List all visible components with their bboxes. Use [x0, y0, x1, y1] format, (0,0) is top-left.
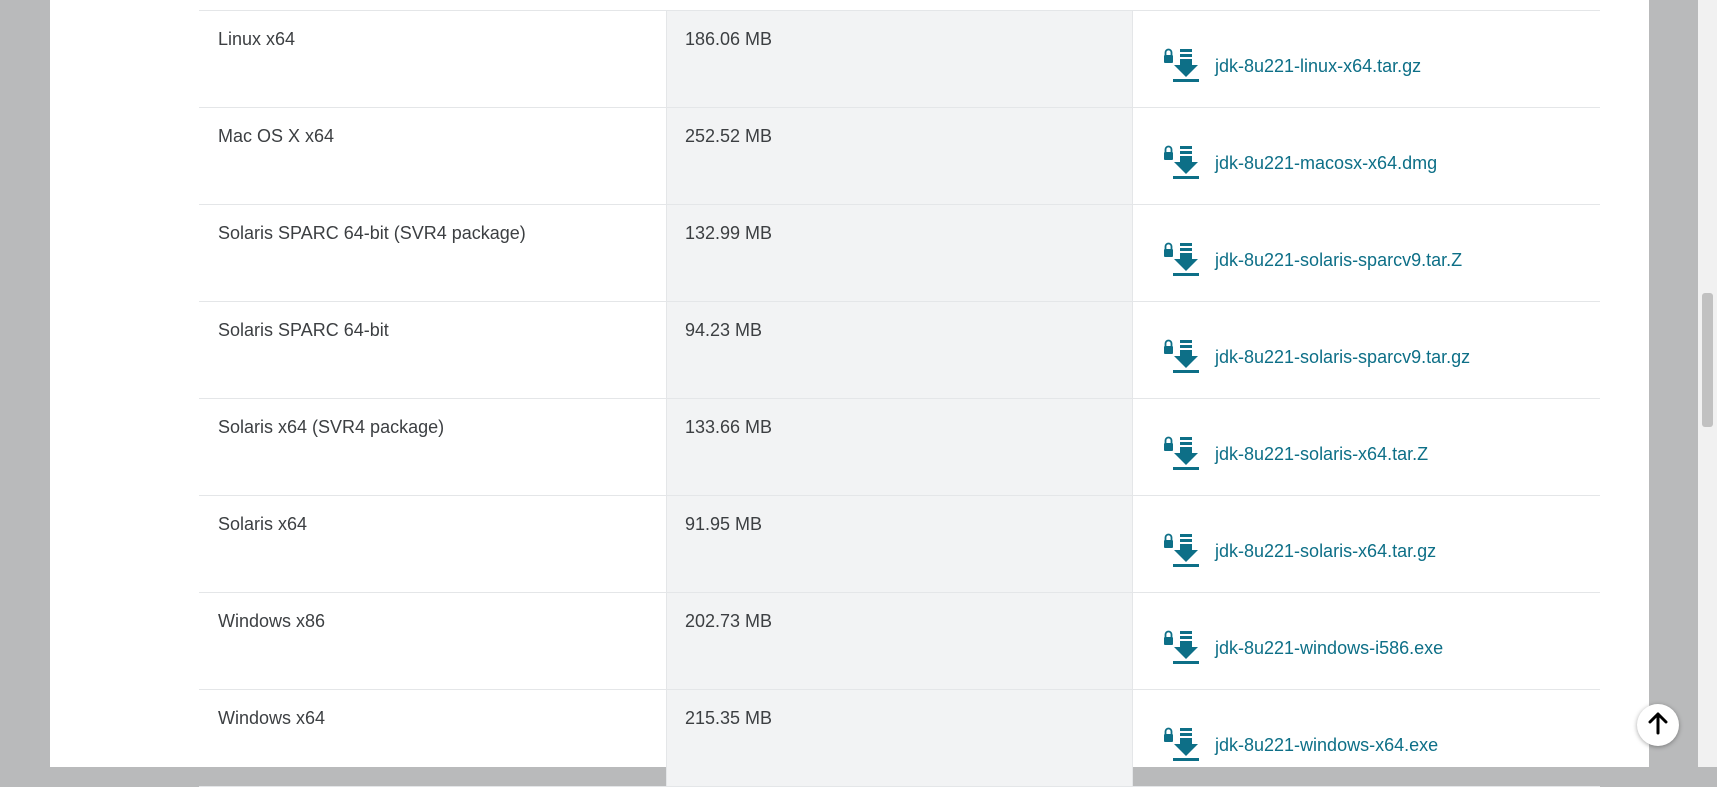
table-row: Solaris SPARC 64-bit 94.23 MB jdk-8u221-… [199, 302, 1600, 399]
download-cell: jdk-8u221-macosx-x64.dmg [1133, 108, 1600, 204]
size-cell: 133.66 MB [666, 399, 1133, 495]
os-cell: Mac OS X x64 [218, 126, 335, 146]
os-cell: Linux x64 [218, 29, 296, 49]
table-row: Mac OS X x64 252.52 MB jdk-8u221-macosx-… [199, 108, 1600, 205]
download-link[interactable]: jdk-8u221-linux-x64.tar.gz [1215, 56, 1421, 77]
table-row: Solaris x64 (SVR4 package) 133.66 MB jdk… [199, 399, 1600, 496]
arrow-up-icon [1646, 711, 1670, 740]
download-link[interactable]: jdk-8u221-solaris-sparcv9.tar.gz [1215, 347, 1470, 368]
page-content: Linux x64 186.06 MB jdk-8u221-linux-x64.… [50, 0, 1679, 787]
table-row: Windows x64 215.35 MB jdk-8u221-windows-… [199, 690, 1600, 787]
vertical-scrollbar[interactable] [1698, 0, 1717, 767]
table-row: Linux x64 186.06 MB jdk-8u221-linux-x64.… [199, 11, 1600, 108]
download-link[interactable]: jdk-8u221-solaris-x64.tar.Z [1215, 444, 1428, 465]
os-cell: Solaris x64 [218, 514, 308, 534]
lock-download-icon[interactable] [1163, 242, 1199, 278]
download-cell: jdk-8u221-solaris-sparcv9.tar.gz [1133, 302, 1600, 398]
lock-download-icon[interactable] [1163, 533, 1199, 569]
lock-download-icon[interactable] [1163, 339, 1199, 375]
table-row: Solaris SPARC 64-bit (SVR4 package) 132.… [199, 205, 1600, 302]
lock-download-icon[interactable] [1163, 48, 1199, 84]
download-cell: jdk-8u221-solaris-sparcv9.tar.Z [1133, 205, 1600, 301]
download-link[interactable]: jdk-8u221-solaris-x64.tar.gz [1215, 541, 1436, 562]
size-cell: 252.52 MB [666, 108, 1133, 204]
scrollbar-thumb[interactable] [1702, 293, 1713, 427]
size-cell: 132.99 MB [666, 205, 1133, 301]
download-link[interactable]: jdk-8u221-solaris-sparcv9.tar.Z [1215, 250, 1462, 271]
download-cell: jdk-8u221-windows-x64.exe [1133, 690, 1600, 786]
downloads-table: Linux x64 186.06 MB jdk-8u221-linux-x64.… [199, 10, 1600, 787]
size-cell: 94.23 MB [666, 302, 1133, 398]
lock-download-icon[interactable] [1163, 630, 1199, 666]
lock-download-icon[interactable] [1163, 145, 1199, 181]
download-cell: jdk-8u221-solaris-x64.tar.gz [1133, 496, 1600, 592]
size-cell: 91.95 MB [666, 496, 1133, 592]
download-cell: jdk-8u221-solaris-x64.tar.Z [1133, 399, 1600, 495]
os-cell: Windows x64 [218, 708, 326, 728]
os-cell: Solaris SPARC 64-bit [218, 320, 389, 340]
lock-download-icon[interactable] [1163, 436, 1199, 472]
size-cell: 186.06 MB [666, 11, 1133, 107]
size-cell: 215.35 MB [666, 690, 1133, 786]
table-row: Windows x86 202.73 MB jdk-8u221-windows-… [199, 593, 1600, 690]
download-link[interactable]: jdk-8u221-windows-x64.exe [1215, 735, 1438, 756]
os-cell: Solaris x64 (SVR4 package) [218, 417, 445, 437]
size-cell: 202.73 MB [666, 593, 1133, 689]
download-link[interactable]: jdk-8u221-macosx-x64.dmg [1215, 153, 1437, 174]
download-cell: jdk-8u221-windows-i586.exe [1133, 593, 1600, 689]
lock-download-icon[interactable] [1163, 727, 1199, 763]
download-cell: jdk-8u221-linux-x64.tar.gz [1133, 11, 1600, 107]
download-link[interactable]: jdk-8u221-windows-i586.exe [1215, 638, 1443, 659]
back-to-top-button[interactable] [1637, 704, 1679, 746]
table-row: Solaris x64 91.95 MB jdk-8u221-solaris-x… [199, 496, 1600, 593]
os-cell: Windows x86 [218, 611, 326, 631]
os-cell: Solaris SPARC 64-bit (SVR4 package) [218, 223, 526, 243]
